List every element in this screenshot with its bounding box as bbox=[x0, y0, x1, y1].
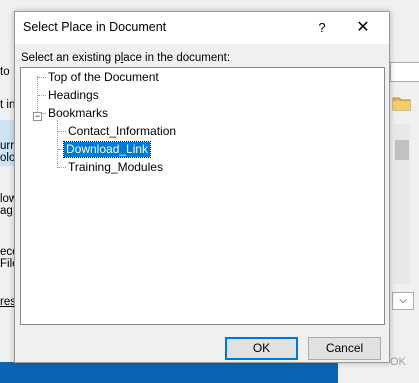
parent-label-fragment: to bbox=[0, 66, 10, 78]
parent-label-fragment: ece bbox=[0, 246, 14, 258]
parent-label-fragment: olo bbox=[0, 152, 14, 164]
dialog-title: Select Place in Document bbox=[23, 20, 167, 34]
folder-icon bbox=[392, 95, 416, 113]
ok-button[interactable]: OK bbox=[225, 337, 298, 360]
title-bar: Select Place in Document ? ✕ bbox=[15, 12, 389, 44]
parent-label-fragment: ag bbox=[0, 205, 13, 217]
cancel-button[interactable]: Cancel bbox=[308, 337, 381, 360]
close-button[interactable]: ✕ bbox=[351, 16, 375, 40]
parent-label-fragment: urr bbox=[0, 140, 14, 152]
place-tree[interactable]: Top of the Document Headings − Bookmarks… bbox=[20, 67, 385, 325]
parent-dropdown: ⌵ bbox=[392, 292, 414, 310]
tree-line bbox=[58, 167, 66, 168]
tree-item-bookmark-selected[interactable]: Download_Link bbox=[62, 141, 152, 158]
collapse-icon[interactable]: − bbox=[33, 112, 42, 121]
parent-label-fragment: File bbox=[0, 258, 14, 270]
tree-line bbox=[38, 95, 46, 96]
tree-line bbox=[57, 120, 58, 168]
prompt-label: Select an existing place in the document… bbox=[21, 52, 231, 64]
tree-item-headings[interactable]: Headings bbox=[46, 88, 101, 103]
help-button[interactable]: ? bbox=[311, 16, 333, 40]
parent-label-fragment: res bbox=[0, 296, 14, 308]
parent-dialog-left bbox=[0, 0, 14, 383]
parent-address-input bbox=[390, 62, 419, 82]
select-place-dialog: Select Place in Document ? ✕ Select an e… bbox=[14, 11, 390, 363]
tree-item-bookmark[interactable]: Contact_Information bbox=[66, 124, 178, 139]
tree-item-bookmark[interactable]: Training_Modules bbox=[66, 160, 165, 175]
tree-line bbox=[58, 131, 66, 132]
tree-line bbox=[37, 76, 38, 112]
taskbar-strip bbox=[0, 362, 338, 383]
tree-line bbox=[38, 77, 46, 78]
parent-label-fragment: low bbox=[0, 193, 14, 205]
tree-item-bookmarks[interactable]: Bookmarks bbox=[46, 106, 110, 121]
parent-scrollbar-thumb bbox=[395, 140, 409, 160]
tree-item-top-of-document[interactable]: Top of the Document bbox=[46, 70, 161, 85]
parent-label-fragment: t in bbox=[0, 99, 14, 111]
parent-ok-fragment: OK bbox=[390, 356, 406, 368]
